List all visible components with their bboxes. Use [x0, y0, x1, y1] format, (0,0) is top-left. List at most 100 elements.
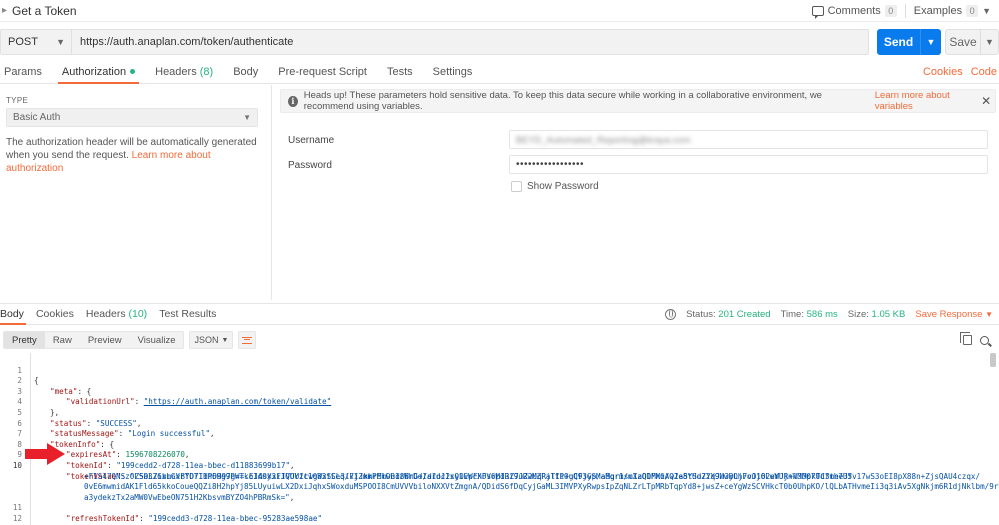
preview-button[interactable]: Preview	[80, 332, 130, 348]
request-bar: POST ▼ https://auth.anaplan.com/token/au…	[0, 29, 999, 56]
code-line-wrap: +F1S47QNSz0LSa3Z6xLGXrTOT11h69g9PWTko1dO…	[0, 461, 990, 481]
visualize-button[interactable]: Visualize	[130, 332, 184, 348]
auth-type-select[interactable]: Basic Auth ▼	[6, 108, 258, 127]
cookies-link[interactable]: Cookies	[923, 66, 963, 78]
response-toolbar: Pretty Raw Preview Visualize JSON ▼	[0, 330, 999, 350]
tab-response-headers-label: Headers	[85, 308, 126, 320]
request-tabs: Params Authorization Headers (8) Body Pr…	[0, 60, 999, 84]
globe-icon[interactable]	[665, 308, 677, 320]
send-label: Send	[883, 35, 914, 49]
response-toolbar-actions	[960, 332, 999, 345]
tab-response-cookies[interactable]: Cookies	[30, 304, 80, 324]
code-line: 9 "tokenId": "199cedd2-d728-11ea-bbec-d1…	[0, 440, 990, 470]
auth-description: The authorization header will be automat…	[6, 136, 261, 175]
tab-headers[interactable]: Headers (8)	[145, 60, 223, 83]
comments-count-badge: 0	[884, 4, 897, 17]
tab-test-results[interactable]: Test Results	[153, 304, 222, 324]
chevron-down-icon: ▼	[56, 37, 65, 47]
username-field[interactable]: BEYD_Automated_Reporting@kraya.com	[509, 130, 988, 149]
code-line: 4 },	[0, 387, 990, 417]
collapse-caret-icon[interactable]: ▸	[2, 5, 12, 16]
password-value: •••••••••••••••••	[516, 159, 585, 170]
chevron-down-icon: ▼	[243, 113, 251, 122]
save-button[interactable]: Save ▼	[945, 29, 999, 55]
status-label: Status:	[686, 308, 716, 320]
time-value: 586 ms	[806, 308, 838, 320]
response-tabs: Body Cookies Headers (10) Test Results S…	[0, 303, 999, 325]
tab-body[interactable]: Body	[223, 60, 268, 83]
code-link[interactable]: Code	[971, 66, 997, 78]
code-line: 7 "tokenInfo": {	[0, 419, 990, 449]
type-label: TYPE	[6, 96, 29, 105]
password-label: Password	[288, 160, 332, 171]
size-info: Size: 1.05 KB	[848, 309, 906, 320]
code-line: 5 "status": "SUCCESS",	[0, 397, 990, 428]
response-meta: Status: 201 Created Time: 586 ms Size: 1…	[665, 304, 999, 324]
show-password-checkbox[interactable]	[511, 181, 522, 192]
show-password-label: Show Password	[527, 181, 599, 192]
comment-icon	[811, 5, 824, 19]
pretty-button[interactable]: Pretty	[4, 332, 45, 348]
auth-type-value: Basic Auth	[13, 112, 61, 123]
active-dot-icon	[130, 69, 136, 74]
tab-tests[interactable]: Tests	[377, 60, 423, 83]
close-icon[interactable]: ✕	[977, 94, 995, 108]
url-bar: POST ▼ https://auth.anaplan.com/token/au…	[0, 29, 869, 55]
send-options-chevron-icon[interactable]: ▼	[921, 37, 941, 47]
status-badge: 201 Created	[718, 308, 771, 320]
raw-button[interactable]: Raw	[45, 332, 80, 348]
method-value: POST	[8, 36, 38, 48]
code-line: 6 "statusMessage": "Login successful",	[0, 408, 990, 439]
time-label: Time:	[780, 308, 804, 320]
format-select[interactable]: JSON ▼	[189, 331, 234, 349]
tab-settings[interactable]: Settings	[423, 60, 483, 83]
examples-button[interactable]: Examples 0 ▼	[906, 0, 999, 22]
tab-authorization[interactable]: Authorization	[52, 60, 145, 84]
code-line-wrap: a3ydekzTx2aMW0VwEbeON751H2KbsvmBYZO4hPBR…	[0, 482, 990, 502]
code-line-token: 10 "tokenValue": "Z5DL7ibmcvBYD7IHPDH97g…	[0, 450, 990, 481]
info-icon: i	[288, 95, 298, 107]
search-icon[interactable]	[980, 335, 989, 345]
size-value: 1.05 KB	[871, 308, 906, 320]
url-input[interactable]: https://auth.anaplan.com/token/authentic…	[72, 36, 293, 48]
chevron-down-icon: ▼	[982, 5, 991, 16]
tab-params[interactable]: Params	[0, 60, 52, 83]
response-body-code[interactable]: 1 { 2 "meta": { 3 "validationUrl": "http…	[0, 353, 999, 525]
wrap-lines-button[interactable]	[238, 331, 257, 349]
tab-response-headers[interactable]: Headers (10)	[80, 304, 153, 324]
save-response-button[interactable]: Save Response ▼	[915, 309, 993, 320]
examples-label: Examples	[913, 4, 963, 17]
code-line: 1 {	[0, 355, 990, 386]
sensitive-data-alert: i Heads up! These parameters hold sensit…	[280, 89, 996, 113]
alert-text: Heads up! These parameters hold sensitiv…	[303, 90, 822, 112]
wrap-lines-icon	[242, 336, 253, 344]
examples-count-badge: 0	[966, 4, 979, 17]
format-value: JSON	[194, 335, 219, 345]
comments-button[interactable]: Comments 0	[804, 0, 905, 22]
code-line: 8 "expiresAt": 1596708226070,	[0, 429, 990, 460]
learn-more-variables-link[interactable]: Learn more about variables	[875, 90, 978, 112]
tab-response-body[interactable]: Body	[0, 304, 30, 325]
code-scrollbar[interactable]	[990, 353, 996, 367]
red-arrow-icon	[25, 443, 65, 465]
time-info: Time: 586 ms	[781, 309, 838, 320]
view-mode-group: Pretty Raw Preview Visualize	[3, 331, 185, 349]
tab-prerequest-script[interactable]: Pre-request Script	[268, 60, 377, 83]
code-line: 3 "validationUrl": "https://auth.anaplan…	[0, 376, 990, 407]
method-select[interactable]: POST ▼	[1, 30, 72, 54]
size-label: Size:	[847, 308, 869, 320]
password-field[interactable]: •••••••••••••••••	[509, 155, 988, 174]
request-tabs-links: Cookies Code	[923, 60, 999, 83]
code-line: 12 }	[0, 503, 990, 525]
title-bar-actions: Comments 0 Examples 0 ▼	[804, 0, 999, 22]
save-options-chevron-icon[interactable]: ▼	[980, 30, 998, 54]
copy-icon[interactable]	[960, 332, 972, 345]
request-title[interactable]: Get a Token	[12, 4, 77, 18]
send-button[interactable]: Send ▼	[877, 29, 941, 55]
comments-label: Comments	[827, 4, 881, 17]
tab-headers-label: Headers	[155, 65, 197, 78]
chevron-down-icon: ▼	[221, 336, 229, 344]
code-line: 2 "meta": {	[0, 366, 990, 396]
save-response-label: Save Response	[915, 308, 983, 320]
username-value: BEYD_Automated_Reporting@kraya.com	[516, 134, 691, 145]
